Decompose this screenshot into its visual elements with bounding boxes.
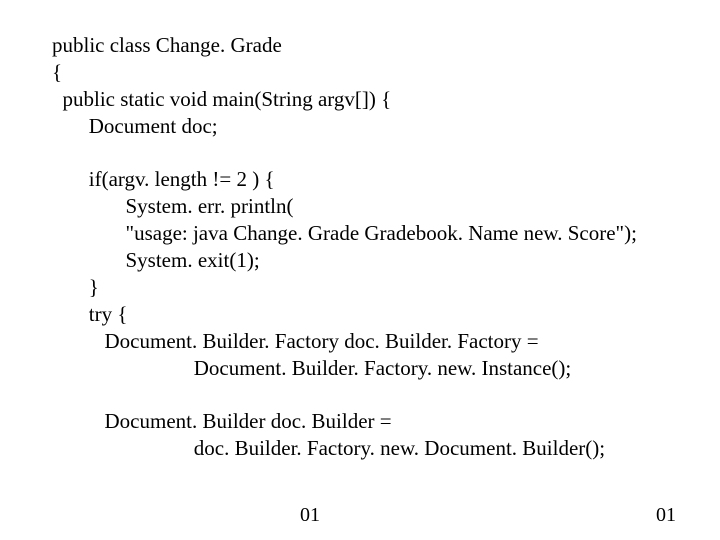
code-line: Document. Builder doc. Builder = <box>52 409 392 433</box>
code-line: { <box>52 60 62 84</box>
code-line: public class Change. Grade <box>52 33 282 57</box>
code-line: Document doc; <box>52 114 218 138</box>
slide: public class Change. Grade { public stat… <box>0 0 720 540</box>
code-block: public class Change. Grade { public stat… <box>52 32 710 462</box>
code-line: if(argv. length != 2 ) { <box>52 167 275 191</box>
code-line: public static void main(String argv[]) { <box>52 87 391 111</box>
code-line: try { <box>52 302 127 326</box>
code-line: Document. Builder. Factory. new. Instanc… <box>52 356 571 380</box>
code-line: "usage: java Change. Grade Gradebook. Na… <box>52 221 637 245</box>
code-line: System. exit(1); <box>52 248 260 272</box>
page-number-left: 01 <box>300 504 320 527</box>
code-line: System. err. println( <box>52 194 293 218</box>
code-line: } <box>52 275 99 299</box>
code-line: doc. Builder. Factory. new. Document. Bu… <box>52 436 605 460</box>
code-line: Document. Builder. Factory doc. Builder.… <box>52 329 539 353</box>
page-number-right: 01 <box>656 504 676 527</box>
